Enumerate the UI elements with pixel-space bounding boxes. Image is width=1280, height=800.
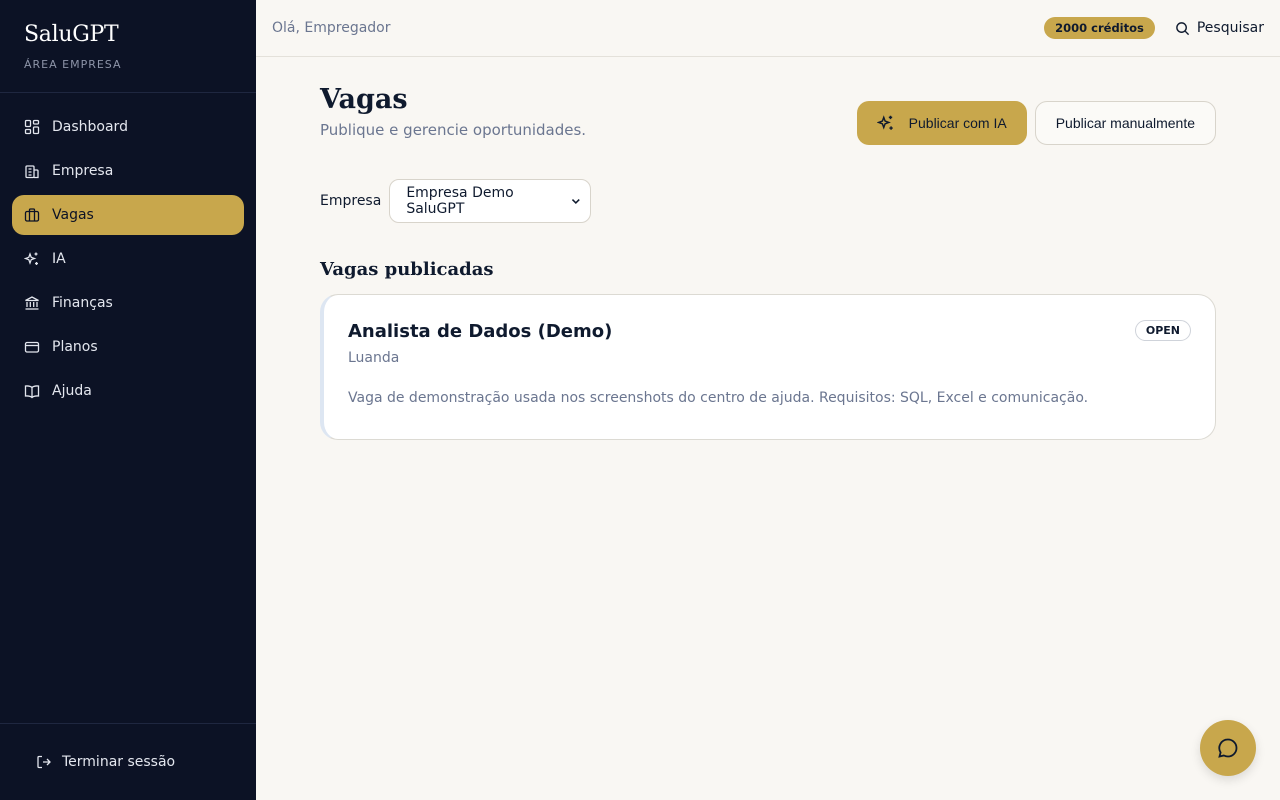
- sparkles-icon: [24, 252, 38, 265]
- company-filter: Empresa Empresa Demo SaluGPT: [320, 179, 1216, 223]
- status-badge: OPEN: [1134, 320, 1191, 341]
- search-button[interactable]: Pesquisar: [1175, 20, 1264, 36]
- chat-button[interactable]: [1200, 720, 1256, 776]
- sidebar-item-planos[interactable]: Planos: [12, 327, 244, 367]
- greeting: Olá, Empregador: [272, 20, 391, 36]
- brand: SaluGPT ÁREA EMPRESA: [0, 0, 256, 93]
- brand-title: SaluGPT: [24, 22, 119, 47]
- search-icon: [1176, 21, 1189, 35]
- sidebar-item-label: Empresa: [52, 163, 114, 179]
- book-icon: [24, 385, 40, 399]
- section-title: Vagas publicadas: [320, 259, 494, 280]
- topbar: Olá, Empregador 2000 créditos Pesquisar: [256, 0, 1280, 57]
- sidebar-item-ia[interactable]: IA: [12, 239, 244, 279]
- publish-ai-button[interactable]: Publicar com IA: [856, 101, 1027, 145]
- page-heading: Vagas Publique e gerencie oportunidades.: [320, 84, 587, 140]
- page-content: Vagas Publique e gerencie oportunidades.…: [256, 57, 1280, 440]
- logout-button[interactable]: Terminar sessão: [0, 723, 256, 800]
- search-label: Pesquisar: [1196, 20, 1264, 36]
- sidebar-item-label: IA: [52, 251, 66, 267]
- company-filter-label: Empresa: [320, 193, 382, 209]
- sidebar-item-vagas[interactable]: Vagas: [12, 195, 244, 235]
- publish-manual-button[interactable]: Publicar manualmente: [1034, 101, 1216, 145]
- credits-badge: 2000 créditos: [1044, 17, 1155, 39]
- chat-icon: [1218, 738, 1238, 758]
- company-select-value: Empresa Demo SaluGPT: [406, 185, 514, 217]
- credit-card-icon: [24, 341, 40, 353]
- chevron-down-icon: [571, 199, 580, 205]
- company-select[interactable]: Empresa Demo SaluGPT: [389, 179, 592, 223]
- sidebar-item-empresa[interactable]: Empresa: [12, 151, 244, 191]
- building-icon: [25, 165, 39, 179]
- topbar-right: 2000 créditos Pesquisar: [1044, 17, 1264, 39]
- publish-ai-label: Publicar com IA: [908, 115, 1007, 131]
- job-location: Luanda: [348, 350, 400, 366]
- dashboard-icon: [24, 119, 40, 135]
- job-card[interactable]: Analista de Dados (Demo) Luanda Vaga de …: [320, 294, 1216, 440]
- page-title: Vagas: [320, 84, 408, 115]
- sidebar-item-dashboard[interactable]: Dashboard: [12, 107, 244, 147]
- sidebar-item-label: Planos: [52, 339, 98, 355]
- page-actions: Publicar com IA Publicar manualmente: [856, 101, 1216, 145]
- sidebar-item-label: Vagas: [52, 207, 94, 223]
- sidebar-item-label: Ajuda: [52, 383, 92, 399]
- sidebar-item-label: Finanças: [52, 295, 113, 311]
- page-subtitle: Publique e gerencie oportunidades.: [320, 121, 587, 139]
- brand-subtitle: ÁREA EMPRESA: [24, 58, 122, 71]
- sidebar-item-ajuda[interactable]: Ajuda: [12, 371, 244, 411]
- sidebar-item-label: Dashboard: [52, 119, 128, 135]
- sidebar-nav: Dashboard Empresa Vagas IA Finanças Plan…: [0, 93, 256, 425]
- app-root: SaluGPT ÁREA EMPRESA Dashboard Empresa V…: [0, 0, 1280, 800]
- job-description: Vaga de demonstração usada nos screensho…: [348, 390, 1089, 406]
- page-header: Vagas Publique e gerencie oportunidades.…: [320, 85, 1216, 145]
- sidebar-item-financas[interactable]: Finanças: [12, 283, 244, 323]
- sidebar: SaluGPT ÁREA EMPRESA Dashboard Empresa V…: [0, 0, 256, 800]
- bank-icon: [25, 296, 39, 310]
- logout-icon: [37, 755, 51, 769]
- main-area: Olá, Empregador 2000 créditos Pesquisar …: [256, 0, 1280, 800]
- job-title: Analista de Dados (Demo): [348, 321, 613, 342]
- logout-label: Terminar sessão: [62, 754, 176, 770]
- briefcase-icon: [24, 208, 40, 222]
- sparkles-icon: [876, 115, 893, 130]
